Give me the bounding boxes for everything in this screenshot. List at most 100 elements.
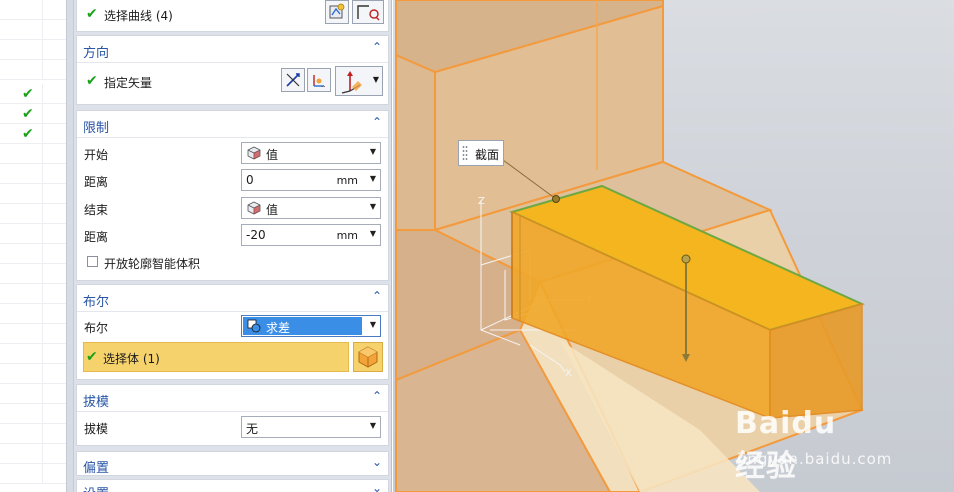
vector-type-dropdown[interactable]: ▼ xyxy=(335,66,383,96)
sketch-section-button[interactable] xyxy=(325,0,349,24)
offset-group: 偏置 ⌄ xyxy=(76,451,389,476)
watermark-url: jingyan.baidu.com xyxy=(737,450,893,468)
list-item[interactable] xyxy=(0,304,68,324)
settings-group: 设置 ⌄ xyxy=(76,479,389,492)
draft-select[interactable]: 无 ▼ xyxy=(241,416,381,438)
start-select[interactable]: 值 ▼ xyxy=(241,142,381,164)
chevron-down-icon[interactable]: ⌄ xyxy=(372,455,382,469)
start-distance-input[interactable]: 0 mm ▼ xyxy=(241,169,381,191)
boolean-select[interactable]: 求差 ▼ xyxy=(241,315,381,337)
list-item[interactable] xyxy=(0,144,68,164)
chevron-down-icon: ▼ xyxy=(372,75,379,84)
drag-handle-icon[interactable] xyxy=(462,145,468,161)
draft-select-value: 无 xyxy=(246,422,259,436)
select-curve-row[interactable]: ✔ 选择曲线 (4) xyxy=(77,0,388,27)
end-select-value: 值 xyxy=(266,203,279,217)
list-item[interactable] xyxy=(0,20,68,40)
distance-label: 距离 xyxy=(84,175,109,189)
model-face xyxy=(395,53,436,231)
list-item[interactable] xyxy=(0,204,68,224)
checkmark-icon: ✔ xyxy=(86,73,98,89)
list-item[interactable] xyxy=(0,344,68,364)
list-item[interactable] xyxy=(0,404,68,424)
list-item[interactable] xyxy=(0,264,68,284)
list-item[interactable] xyxy=(0,324,68,344)
chevron-up-icon[interactable]: ⌃ xyxy=(372,40,382,54)
limits-header[interactable]: 限制 ⌃ xyxy=(77,111,388,138)
list-item[interactable] xyxy=(0,164,68,184)
group-title: 方向 xyxy=(83,46,110,61)
list-item[interactable] xyxy=(0,424,68,444)
value-cube-icon xyxy=(247,146,261,160)
boolean-row: 布尔 求差 ▼ xyxy=(77,315,388,339)
group-title: 设置 xyxy=(83,483,109,492)
list-item[interactable]: ✔ xyxy=(0,104,68,124)
open-profile-checkbox[interactable] xyxy=(87,256,98,267)
chevron-down-icon: ▼ xyxy=(369,320,376,329)
watermark-logo: Baidu经验 xyxy=(735,406,837,484)
end-label: 结束 xyxy=(84,203,109,217)
chevron-up-icon[interactable]: ⌃ xyxy=(372,115,382,129)
list-item[interactable] xyxy=(0,40,68,60)
list-item[interactable] xyxy=(0,224,68,244)
list-item[interactable] xyxy=(0,464,68,484)
solid-body-icon xyxy=(358,346,378,368)
unit-label: mm xyxy=(336,174,358,187)
checkmark-icon: ✔ xyxy=(86,6,98,22)
value-cube-icon xyxy=(247,201,261,215)
sketch-icon xyxy=(329,3,345,19)
chevron-down-icon: ▼ xyxy=(369,202,376,211)
group-title: 布尔 xyxy=(83,295,110,310)
list-item[interactable] xyxy=(0,364,68,384)
boolean-header[interactable]: 布尔 ⌃ xyxy=(77,285,388,312)
checkmark-icon: ✔ xyxy=(22,106,34,122)
boolean-group: 布尔 ⌃ 布尔 求差 ▼ ✔ 选择体 (1) xyxy=(76,284,389,380)
list-item[interactable] xyxy=(0,184,68,204)
checkmark-icon: ✔ xyxy=(22,126,34,142)
section-point[interactable] xyxy=(552,195,560,203)
handle-knob[interactable] xyxy=(681,254,691,264)
chevron-up-icon[interactable]: ⌃ xyxy=(372,289,382,303)
start-label: 开始 xyxy=(84,148,109,162)
group-title: 拔模 xyxy=(83,395,110,410)
list-item[interactable] xyxy=(0,60,68,80)
direction-header[interactable]: 方向 ⌃ xyxy=(77,36,388,63)
vector-dialog-button[interactable]: .. xyxy=(307,68,331,92)
list-item[interactable] xyxy=(0,444,68,464)
draft-group: 拔模 ⌃ 拔模 无 ▼ xyxy=(76,384,389,446)
open-profile-row[interactable]: 开放轮廓智能体积 xyxy=(77,251,388,275)
reverse-direction-button[interactable] xyxy=(281,68,305,92)
offset-header[interactable]: 偏置 ⌄ xyxy=(77,452,388,476)
list-item[interactable] xyxy=(0,284,68,304)
boolean-select-value: 求差 xyxy=(266,321,291,335)
end-select[interactable]: 值 ▼ xyxy=(241,197,381,219)
select-curve-label: 选择曲线 (4) xyxy=(104,9,173,23)
distance-row: 距离 -20 mm ▼ xyxy=(77,224,388,248)
chevron-up-icon[interactable]: ⌃ xyxy=(372,389,382,403)
list-item[interactable] xyxy=(0,244,68,264)
list-item[interactable] xyxy=(0,0,68,20)
chevron-down-icon: ▼ xyxy=(369,147,376,156)
unit-label: mm xyxy=(336,229,358,242)
model-scene[interactable]: Z Y X xyxy=(393,0,954,492)
select-body-row[interactable]: ✔ 选择体 (1) xyxy=(83,342,349,372)
group-title: 限制 xyxy=(83,121,110,136)
specify-vector-row[interactable]: ✔ 指定矢量 .. ▼ xyxy=(77,66,388,96)
graphics-viewport[interactable]: Z Y X Baidu经验 jingyan.baidu.com xyxy=(393,0,954,492)
list-item[interactable]: ✔ xyxy=(0,124,68,144)
svg-text:..: .. xyxy=(321,81,325,89)
settings-header[interactable]: 设置 ⌄ xyxy=(77,480,388,492)
end-distance-input[interactable]: -20 mm ▼ xyxy=(241,224,381,246)
axis-z-label: Z xyxy=(478,196,485,207)
chevron-down-icon[interactable]: ⌄ xyxy=(372,481,382,492)
checkmark-icon: ✔ xyxy=(86,349,98,365)
reverse-direction-icon xyxy=(286,73,300,87)
list-item[interactable]: ✔ xyxy=(0,84,68,104)
select-body-button[interactable] xyxy=(353,342,383,372)
vector-dialog-icon: .. xyxy=(313,75,325,89)
panel-splitter[interactable] xyxy=(66,0,74,492)
curve-button[interactable] xyxy=(352,0,384,24)
list-item[interactable] xyxy=(0,384,68,404)
section-callout[interactable]: 截面 xyxy=(458,140,504,166)
draft-header[interactable]: 拔模 ⌃ xyxy=(77,385,388,412)
